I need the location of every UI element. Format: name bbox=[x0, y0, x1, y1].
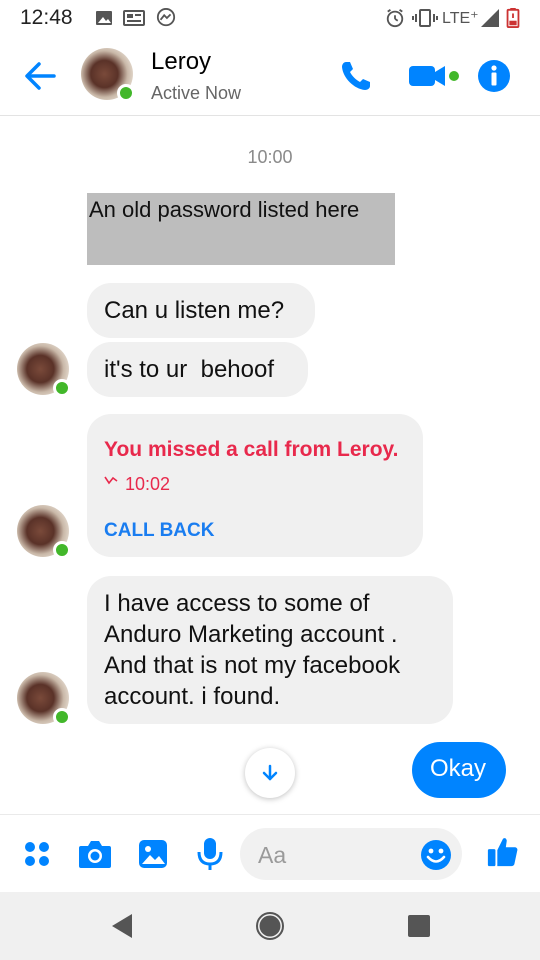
message-input-placeholder: Aa bbox=[258, 842, 287, 868]
sender-avatar[interactable] bbox=[17, 343, 71, 397]
call-back-button[interactable]: CALL BACK bbox=[104, 515, 214, 546]
online-indicator bbox=[53, 379, 71, 397]
nav-recents-icon[interactable] bbox=[403, 910, 435, 942]
message-line: And that is not my facebook bbox=[104, 652, 401, 679]
alarm-icon bbox=[386, 9, 404, 28]
message-timestamp: 10:00 bbox=[247, 147, 293, 167]
nav-back-icon[interactable] bbox=[106, 910, 138, 942]
battery-icon bbox=[506, 8, 520, 28]
back-arrow-icon[interactable] bbox=[20, 56, 60, 96]
emoji-icon[interactable] bbox=[420, 838, 452, 872]
voice-call-icon[interactable] bbox=[338, 58, 374, 94]
contact-name[interactable]: Leroy bbox=[151, 48, 211, 76]
online-indicator bbox=[53, 541, 71, 559]
missed-call-card: You missed a call from Leroy. 10:02 CALL… bbox=[87, 414, 423, 557]
conversation-header: Leroy Active Now bbox=[0, 36, 540, 116]
arrow-down-icon bbox=[262, 764, 278, 781]
photo-notification-icon bbox=[96, 11, 112, 25]
system-navigation-bar bbox=[0, 892, 540, 960]
message-thread[interactable]: 10:00 An old password listed here Can u … bbox=[0, 117, 540, 814]
sender-avatar[interactable] bbox=[17, 505, 71, 559]
signal-icon bbox=[481, 9, 499, 27]
status-bar: 12:48 LTE⁺ bbox=[0, 0, 540, 36]
message-composer: Aa bbox=[0, 814, 540, 892]
message-line: account. i found. bbox=[104, 683, 281, 710]
incoming-message[interactable]: it's to ur behoof bbox=[87, 342, 308, 397]
vibrate-icon bbox=[412, 9, 438, 27]
incoming-message[interactable]: I have access to some of Anduro Marketin… bbox=[87, 576, 453, 724]
online-indicator bbox=[117, 84, 135, 102]
message-line: Anduro Marketing account . bbox=[104, 621, 398, 648]
messenger-notification-icon bbox=[156, 8, 176, 27]
message-text: Okay bbox=[430, 755, 487, 782]
video-call-icon[interactable] bbox=[407, 58, 461, 94]
status-time: 12:48 bbox=[20, 6, 73, 29]
sender-avatar[interactable] bbox=[17, 672, 71, 726]
more-options-icon[interactable] bbox=[22, 837, 52, 871]
message-text: Can u listen me? bbox=[104, 297, 285, 324]
outgoing-message[interactable]: Okay bbox=[412, 742, 506, 798]
gallery-icon[interactable] bbox=[137, 837, 169, 871]
missed-call-time: 10:02 bbox=[125, 474, 171, 494]
online-indicator bbox=[53, 708, 71, 726]
message-text: it's to ur behoof bbox=[104, 356, 275, 383]
thumbs-up-icon[interactable] bbox=[485, 835, 521, 869]
network-type: LTE⁺ bbox=[442, 10, 479, 27]
info-icon[interactable] bbox=[477, 58, 511, 94]
camera-icon[interactable] bbox=[77, 837, 113, 871]
microphone-icon[interactable] bbox=[196, 837, 224, 871]
incoming-message[interactable]: Can u listen me? bbox=[87, 283, 315, 338]
redacted-message: An old password listed here bbox=[87, 193, 395, 265]
contact-status: Active Now bbox=[151, 83, 242, 103]
missed-call-title: You missed a call from Leroy. bbox=[104, 438, 399, 461]
missed-call-icon bbox=[104, 476, 118, 485]
contact-avatar[interactable] bbox=[81, 48, 135, 102]
scroll-to-bottom-button[interactable] bbox=[245, 748, 295, 798]
news-notification-icon bbox=[123, 10, 145, 26]
message-line: I have access to some of bbox=[104, 590, 370, 617]
nav-home-icon[interactable] bbox=[254, 910, 286, 942]
